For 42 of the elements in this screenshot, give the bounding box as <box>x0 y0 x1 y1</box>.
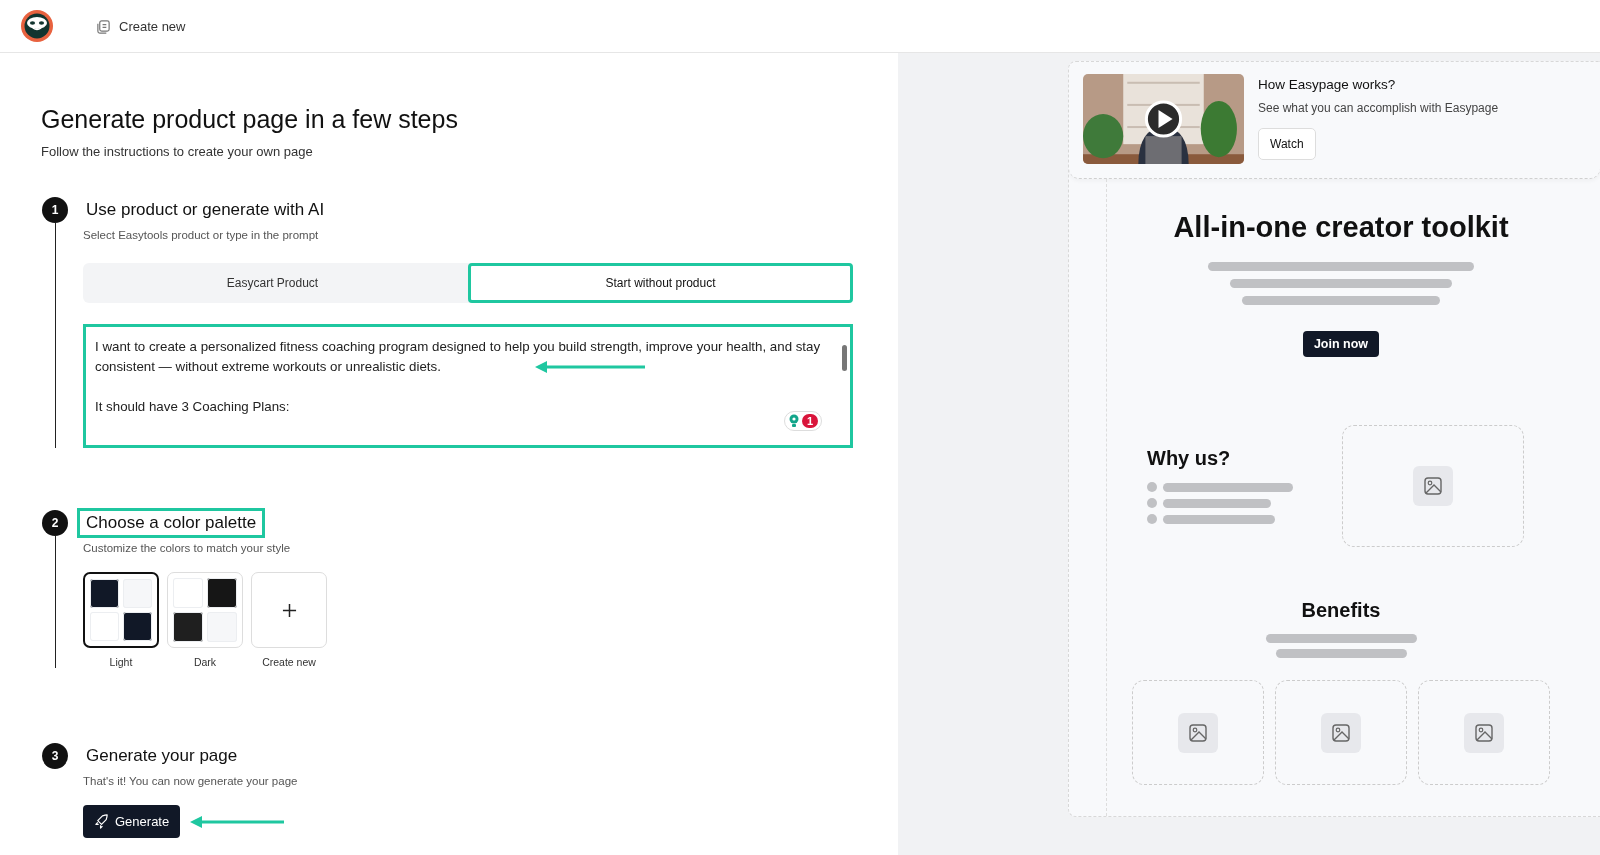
page-subtitle: Follow the instructions to create your own page <box>41 144 314 159</box>
video-title: How Easypage works? <box>1258 77 1396 92</box>
step-number: 2 <box>42 510 68 536</box>
grammar-widget[interactable]: 1 <box>783 411 822 431</box>
tab[interactable]: Easycart Product <box>83 263 462 303</box>
join-now-button[interactable]: Join now <box>1302 331 1380 357</box>
video-description: See what you can accomplish with Easypage <box>1258 101 1499 115</box>
step-title: Use product or generate with AI <box>85 199 326 221</box>
image-icon <box>1413 466 1453 506</box>
step-hint: Customize the colors to match your style <box>83 542 292 554</box>
tab[interactable]: Start without product <box>468 263 853 303</box>
copy-icon <box>96 18 111 34</box>
palette-label: Dark <box>193 656 217 668</box>
prompt-field[interactable]: I want to create a personalized fitness coaching program designed to help you build strength, improve your health, and stay consistent — without extreme workouts or unrealistic diets. It should have 3 Coaching Plans: 1 <box>83 324 853 448</box>
create-new-button[interactable]: Create new <box>92 14 190 38</box>
bullet-dot <box>1147 514 1157 524</box>
image-icon <box>1178 712 1218 753</box>
step-number: 1 <box>42 197 68 223</box>
generate-button[interactable]: Generate <box>83 805 181 838</box>
image-icon <box>1464 712 1504 753</box>
lightbulb-icon <box>787 414 800 428</box>
why-us-title: Why us? <box>1147 447 1232 470</box>
sloth-logo[interactable] <box>20 9 54 43</box>
bullet-dot <box>1147 482 1157 492</box>
step-title: Choose a color palette <box>77 508 266 538</box>
step-hint: That's it! You can now generate your page <box>83 775 299 787</box>
bullet-dot <box>1147 498 1157 508</box>
benefits-title: Benefits <box>1301 599 1381 622</box>
step-title: Generate your page <box>85 745 239 767</box>
palette-label: Light <box>109 656 133 668</box>
rocket-icon <box>94 814 109 829</box>
palette-option[interactable] <box>83 572 159 648</box>
step-hint: Select Easytools product or type in the prompt <box>83 229 320 241</box>
issue-count-badge: 1 <box>801 414 818 428</box>
preview-hero-title: All-in-one creator toolkit <box>1173 211 1509 244</box>
image-icon <box>1321 712 1361 753</box>
palette-label: Create new <box>262 656 316 668</box>
scrollbar[interactable] <box>842 345 847 371</box>
step-number: 3 <box>42 743 68 769</box>
watch-button[interactable]: Watch <box>1258 128 1316 160</box>
page-title: Generate product page in a few steps <box>41 105 459 134</box>
plus-icon <box>281 602 297 618</box>
